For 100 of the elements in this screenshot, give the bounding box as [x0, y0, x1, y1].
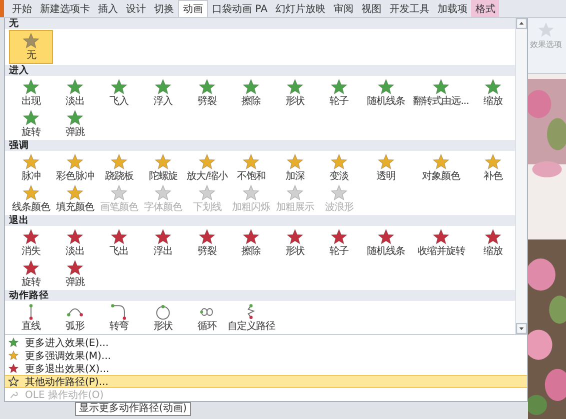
star-icon	[154, 184, 172, 202]
scroll-down-button[interactable]	[516, 323, 527, 334]
section-header: 退出	[5, 215, 515, 226]
animation-option[interactable]: 擦除	[229, 227, 273, 258]
ribbon-tab[interactable]: 动画	[178, 0, 208, 17]
star-icon	[22, 152, 40, 170]
animation-option[interactable]: 放大/缩小	[185, 152, 229, 183]
animation-option[interactable]: 翻转式由远...	[411, 77, 471, 108]
section-header: 进入	[5, 65, 515, 76]
animation-option[interactable]: 形状	[273, 77, 317, 108]
animation-option[interactable]: 擦除	[229, 77, 273, 108]
motion-path-icon	[154, 302, 172, 320]
ribbon-tab[interactable]: 插入	[94, 0, 122, 17]
animation-option[interactable]: 弧形	[53, 302, 97, 333]
animation-option[interactable]: 形状	[273, 227, 317, 258]
star-icon	[484, 78, 502, 96]
star-icon	[242, 228, 260, 246]
ribbon-tab[interactable]: 口袋动画 PA	[208, 0, 272, 17]
animation-option[interactable]: 彩色脉冲	[53, 152, 97, 183]
animation-option[interactable]: 飞入	[97, 77, 141, 108]
tooltip: 显示更多动作路径(动画)	[75, 402, 191, 416]
animation-option[interactable]: 跷跷板	[97, 152, 141, 183]
animation-option[interactable]: 形状	[141, 302, 185, 333]
animation-option[interactable]: 缩放	[471, 227, 515, 258]
ribbon-tab[interactable]: 开发工具	[385, 0, 434, 17]
star-icon	[154, 152, 172, 170]
animation-option[interactable]: 消失	[9, 227, 53, 258]
star-icon	[110, 78, 128, 96]
star-icon	[377, 152, 395, 170]
animation-option[interactable]: 透明	[361, 152, 411, 183]
animation-option[interactable]: 脉冲	[9, 152, 53, 183]
animation-option[interactable]: 轮子	[317, 77, 361, 108]
menu-item[interactable]: 更多进入效果(E)...	[5, 336, 527, 349]
animation-option[interactable]: 随机线条	[361, 227, 411, 258]
animation-option[interactable]: 陀螺旋	[141, 152, 185, 183]
star-icon	[110, 152, 128, 170]
ribbon-tab[interactable]: 设计	[122, 0, 150, 17]
animation-option[interactable]: 对象颜色	[411, 152, 471, 183]
ribbon-tab[interactable]: 视图	[357, 0, 386, 17]
animation-option[interactable]: 弹跳	[53, 258, 97, 289]
animation-option[interactable]: 飞出	[97, 227, 141, 258]
animation-option[interactable]: 轮子	[317, 227, 361, 258]
star-icon	[66, 108, 84, 126]
ribbon-tab[interactable]: 新建选项卡	[36, 0, 94, 17]
ribbon-tab[interactable]: 幻灯片放映	[271, 0, 330, 17]
animation-option[interactable]: 线条颜色	[9, 183, 53, 214]
star-icon	[377, 78, 395, 96]
star-icon	[198, 152, 216, 170]
star-icon	[330, 228, 348, 246]
animation-option[interactable]: 浮入	[141, 77, 185, 108]
animation-option[interactable]: 劈裂	[185, 77, 229, 108]
ribbon-tab[interactable]: 审阅	[329, 0, 358, 17]
animation-option[interactable]: 无	[9, 30, 53, 64]
animation-option[interactable]: 浮出	[141, 227, 185, 258]
star-icon	[66, 152, 84, 170]
star-outline-icon	[8, 376, 19, 387]
animation-option[interactable]: 循环	[185, 302, 229, 333]
star-icon	[22, 108, 40, 126]
animation-option[interactable]: 转弯	[97, 302, 141, 333]
animation-option[interactable]: 旋转	[9, 108, 53, 139]
animation-option[interactable]: 不饱和	[229, 152, 273, 183]
star-icon	[286, 228, 304, 246]
ribbon-tab[interactable]: 加载项	[433, 0, 472, 17]
star-icon	[8, 363, 19, 374]
ribbon-tab[interactable]: 切换	[150, 0, 178, 17]
ribbon-tab[interactable]: 格式	[471, 0, 500, 17]
animation-option[interactable]: 随机线条	[361, 77, 411, 108]
motion-path-icon	[110, 302, 128, 320]
star-icon	[110, 228, 128, 246]
scroll-up-button[interactable]	[516, 18, 527, 29]
star-icon	[286, 184, 304, 202]
star-icon	[286, 152, 304, 170]
animation-option[interactable]: 填充颜色	[53, 183, 97, 214]
ribbon-tab[interactable]: 开始	[8, 0, 36, 17]
animation-option[interactable]: 直线	[9, 302, 53, 333]
star-icon	[377, 228, 395, 246]
star-icon	[198, 184, 216, 202]
star-icon	[22, 78, 40, 96]
animation-option[interactable]: 出现	[9, 77, 53, 108]
animation-option[interactable]: 补色	[471, 152, 515, 183]
animation-option[interactable]: 淡出	[53, 227, 97, 258]
menu-item[interactable]: 更多退出效果(X)...	[5, 362, 527, 375]
star-icon	[242, 184, 260, 202]
animation-option[interactable]: 旋转	[9, 258, 53, 289]
animation-option[interactable]: 加深	[273, 152, 317, 183]
star-icon	[66, 184, 84, 202]
star-icon	[110, 184, 128, 202]
star-icon	[286, 78, 304, 96]
animation-option[interactable]: 自定义路径	[229, 302, 273, 333]
menu-item[interactable]: 更多强调效果(M)...	[5, 349, 527, 362]
animation-option[interactable]: 弹跳	[53, 108, 97, 139]
menu-item[interactable]: 其他动作路径(P)...	[5, 375, 527, 388]
animation-option[interactable]: 淡出	[53, 77, 97, 108]
animation-option[interactable]: 劈裂	[185, 227, 229, 258]
scrollbar[interactable]	[515, 18, 527, 334]
animation-option[interactable]: 收缩并旋转	[411, 227, 471, 258]
star-icon	[154, 228, 172, 246]
animation-option[interactable]: 变淡	[317, 152, 361, 183]
star-icon	[484, 228, 502, 246]
animation-option[interactable]: 缩放	[471, 77, 515, 108]
